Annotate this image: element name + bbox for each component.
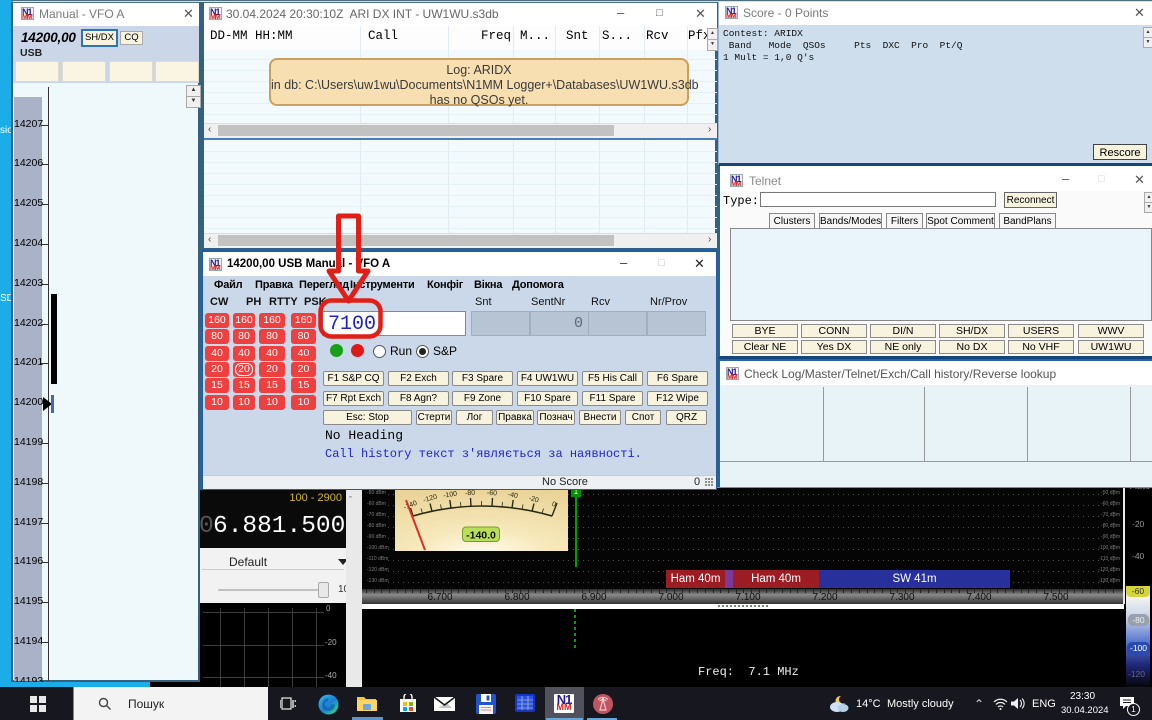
svg-text:-80: -80 [465, 490, 476, 498]
svg-text:-140.0: -140.0 [466, 530, 496, 542]
svg-text:-60: -60 [487, 490, 498, 498]
